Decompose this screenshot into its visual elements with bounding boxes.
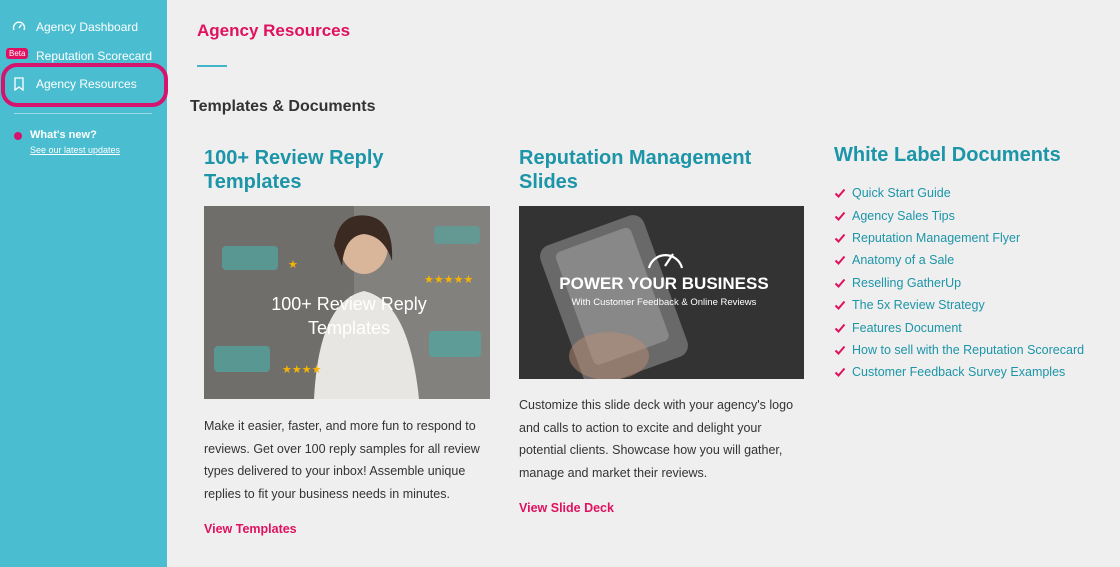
document-link-label: Quick Start Guide xyxy=(852,186,951,201)
document-link-item[interactable]: Reputation Management Flyer xyxy=(834,227,1084,249)
document-link-label: Agency Sales Tips xyxy=(852,208,955,223)
page-title: Agency Resources xyxy=(197,21,351,40)
slides-description: Customize this slide deck with your agen… xyxy=(519,398,794,480)
highlight-annotation xyxy=(1,63,168,107)
whats-new-title: What's new? xyxy=(30,129,97,141)
slides-title[interactable]: Reputation Management Slides xyxy=(519,146,809,194)
document-link-label: Customer Feedback Survey Examples xyxy=(852,365,1066,380)
slides-image-title: POWER YOUR BUSINESS xyxy=(559,274,769,293)
title-underline xyxy=(197,65,227,67)
document-link-label: Anatomy of a Sale xyxy=(852,253,955,268)
svg-text:★★★★★: ★★★★★ xyxy=(424,273,473,286)
section-title: Templates & Documents xyxy=(190,98,376,115)
checkmark-icon xyxy=(834,344,846,356)
document-link-item[interactable]: Anatomy of a Sale xyxy=(834,249,1084,271)
svg-text:★: ★ xyxy=(288,258,298,271)
view-templates-link[interactable]: View Templates xyxy=(204,522,297,536)
checkmark-icon xyxy=(834,299,846,311)
latest-updates-link[interactable]: See our latest updates xyxy=(30,145,120,155)
document-link-item[interactable]: Features Document xyxy=(834,316,1084,338)
sidebar: Agency Dashboard Beta Reputation Scoreca… xyxy=(0,0,168,567)
review-templates-image-text: 100+ Review Reply Templates xyxy=(271,294,427,338)
notification-dot xyxy=(14,132,22,140)
checkmark-icon xyxy=(834,187,846,199)
document-link-label: The 5x Review Strategy xyxy=(852,298,985,313)
checkmark-icon xyxy=(834,210,846,222)
checkmark-icon xyxy=(834,322,846,334)
document-link-item[interactable]: Agency Sales Tips xyxy=(834,204,1084,226)
checkmark-icon xyxy=(834,232,846,244)
white-label-documents-list: Quick Start Guide Agency Sales Tips Reputa… xyxy=(834,182,1084,384)
sidebar-item-label: Agency Dashboard xyxy=(36,20,139,34)
document-link-item[interactable]: Reselling GatherUp xyxy=(834,272,1084,294)
document-link-item[interactable]: How to sell with the Reputation Scorecar… xyxy=(834,339,1084,361)
sidebar-item-agency-dashboard[interactable]: Agency Dashboard xyxy=(0,14,167,40)
gauge-icon xyxy=(12,20,26,34)
view-slide-deck-link[interactable]: View Slide Deck xyxy=(519,501,614,515)
review-templates-description: Make it easier, faster, and more fun to … xyxy=(204,419,480,501)
document-link-item[interactable]: Customer Feedback Survey Examples xyxy=(834,361,1084,383)
checkmark-icon xyxy=(834,366,846,378)
document-link-label: Features Document xyxy=(852,320,962,335)
review-templates-image[interactable]: ★ ★★★★★ ★★★★ 100+ Review Reply Templates xyxy=(204,206,490,399)
slides-image-subtitle: With Customer Feedback & Online Reviews xyxy=(571,297,757,308)
checkmark-icon xyxy=(834,254,846,266)
slides-image[interactable]: POWER YOUR BUSINESS With Customer Feedba… xyxy=(519,206,804,379)
document-link-label: Reputation Management Flyer xyxy=(852,230,1021,245)
svg-text:★★★★: ★★★★ xyxy=(282,363,322,376)
sidebar-divider xyxy=(14,113,152,114)
white-label-title: White Label Documents xyxy=(834,144,1061,166)
document-link-item[interactable]: The 5x Review Strategy xyxy=(834,294,1084,316)
document-link-label: Reselling GatherUp xyxy=(852,275,962,290)
sidebar-item-label: Reputation Scorecard xyxy=(36,49,153,63)
document-link-item[interactable]: Quick Start Guide xyxy=(834,182,1084,204)
checkmark-icon xyxy=(834,277,846,289)
document-link-label: How to sell with the Reputation Scorecar… xyxy=(852,342,1085,357)
review-templates-title[interactable]: 100+ Review Reply Templates xyxy=(204,146,464,194)
